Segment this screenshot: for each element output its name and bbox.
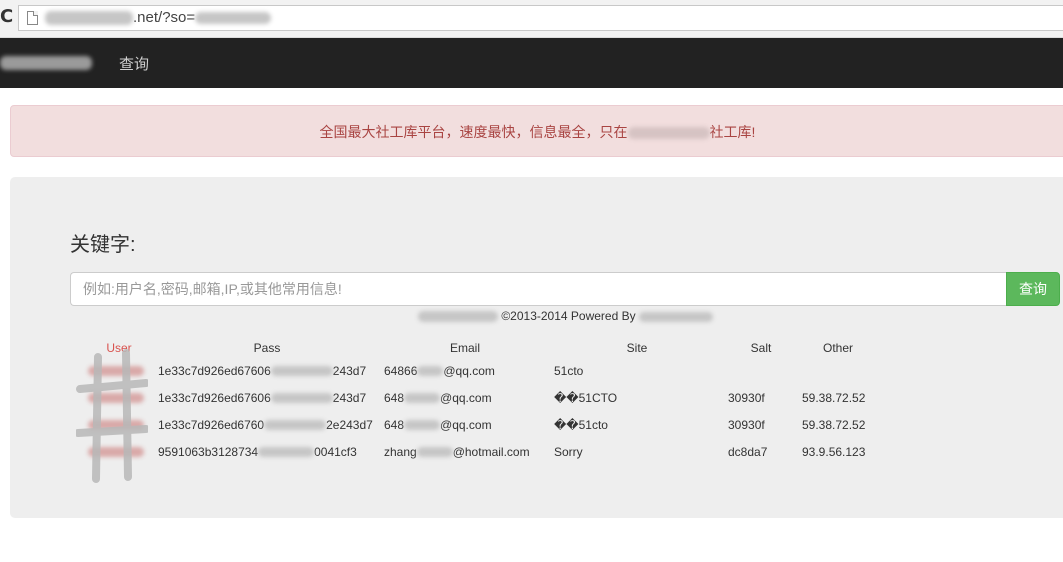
cell-site: 51cto xyxy=(554,363,584,378)
cell-site: ��51cto xyxy=(554,417,608,432)
redacted-site-name xyxy=(627,127,710,140)
table-row: 1e33c7d926ed6760 2e243d7 648 @qq.com ��51c… xyxy=(84,411,878,438)
cell-user xyxy=(84,438,154,465)
cell-email: 648 @qq.com xyxy=(384,390,492,405)
redacted-user xyxy=(88,366,144,377)
cell-pass: 1e33c7d926ed67606 243d7 xyxy=(158,363,367,378)
url-text: .net/?so= xyxy=(45,9,272,26)
search-button[interactable]: 查询 xyxy=(1006,272,1060,306)
redacted-email xyxy=(417,366,444,377)
cell-salt: dc8da7 xyxy=(728,444,768,459)
table-header-row: User Pass Email Site Salt Other xyxy=(84,338,878,357)
column-header-pass: Pass xyxy=(253,340,281,355)
cell-user xyxy=(84,357,154,384)
footer-credit: ©2013-2014 Powered By xyxy=(418,309,713,323)
redacted-user xyxy=(88,447,144,458)
alert-text: 全国最大社工库平台，速度最快，信息最全，只在 社工库! xyxy=(11,122,1063,142)
keyword-label: 关键字: xyxy=(70,234,136,256)
redacted-pass xyxy=(270,393,333,404)
redacted-pass xyxy=(258,447,315,458)
reload-icon[interactable]: C xyxy=(0,6,13,28)
cell-salt xyxy=(724,357,798,384)
alert-banner: 全国最大社工库平台，速度最快，信息最全，只在 社工库! xyxy=(10,105,1063,157)
nav-query-link[interactable]: 查询 xyxy=(119,53,149,74)
cell-salt: 30930f xyxy=(728,390,765,405)
cell-email: 64866 @qq.com xyxy=(384,363,495,378)
table-row: 9591063b3128734 0041cf3 zhang @hotmail.com… xyxy=(84,438,878,465)
column-header-site: Site xyxy=(626,340,648,355)
redacted-email xyxy=(404,420,441,431)
results-table: User Pass Email Site Salt Other 1e33c7d9… xyxy=(84,338,878,465)
alert-text-after: 社工库! xyxy=(709,124,756,140)
cell-other: 59.38.72.52 xyxy=(802,390,866,405)
redacted-domain xyxy=(45,11,133,26)
redacted-query xyxy=(195,12,272,25)
cell-other: 59.38.72.52 xyxy=(802,417,866,432)
redacted-email xyxy=(404,393,441,404)
browser-toolbar: C .net/?so= xyxy=(0,0,1063,38)
redacted-pass xyxy=(264,420,327,431)
address-bar[interactable]: .net/?so= xyxy=(18,5,1063,31)
table-row: 1e33c7d926ed67606 243d7 648 @qq.com ��51CT… xyxy=(84,384,878,411)
table-row: 1e33c7d926ed67606 243d7 64866 @qq.com 51ct… xyxy=(84,357,878,384)
cell-other: 93.9.56.123 xyxy=(802,444,866,459)
navbar: 查询 xyxy=(0,38,1063,88)
page-icon xyxy=(27,11,38,25)
cell-salt: 30930f xyxy=(728,417,765,432)
search-panel: 关键字: 查询 ©2013-2014 Powered By User Pass … xyxy=(10,177,1063,518)
redacted-footer-site xyxy=(418,311,498,323)
cell-email: zhang @hotmail.com xyxy=(384,444,530,459)
cell-email: 648 @qq.com xyxy=(384,417,492,432)
column-header-salt: Salt xyxy=(750,340,772,355)
alert-text-before: 全国最大社工库平台，速度最快，信息最全，只在 xyxy=(319,124,628,140)
cell-other xyxy=(798,357,878,384)
column-header-user: User xyxy=(106,340,132,355)
redacted-author xyxy=(638,311,713,322)
navbar-brand[interactable] xyxy=(0,54,92,72)
redacted-pass xyxy=(270,366,333,377)
url-query: /?so= xyxy=(158,9,196,26)
column-header-email: Email xyxy=(449,340,480,355)
redacted-brand xyxy=(0,55,92,70)
cell-user xyxy=(84,384,154,411)
redacted-user xyxy=(88,393,144,404)
search-input[interactable] xyxy=(70,272,1007,306)
redacted-email xyxy=(416,447,453,458)
cell-user xyxy=(84,411,154,438)
redacted-user xyxy=(88,420,144,431)
url-domain-suffix: .net xyxy=(133,9,159,26)
cell-pass: 1e33c7d926ed6760 2e243d7 xyxy=(158,417,373,432)
cell-pass: 9591063b3128734 0041cf3 xyxy=(158,444,357,459)
column-header-other: Other xyxy=(822,340,853,355)
cell-pass: 1e33c7d926ed67606 243d7 xyxy=(158,390,367,405)
footer-text: ©2013-2014 Powered By xyxy=(501,309,636,323)
cell-site: ��51CTO xyxy=(554,390,618,405)
cell-site: Sorry xyxy=(554,444,583,459)
